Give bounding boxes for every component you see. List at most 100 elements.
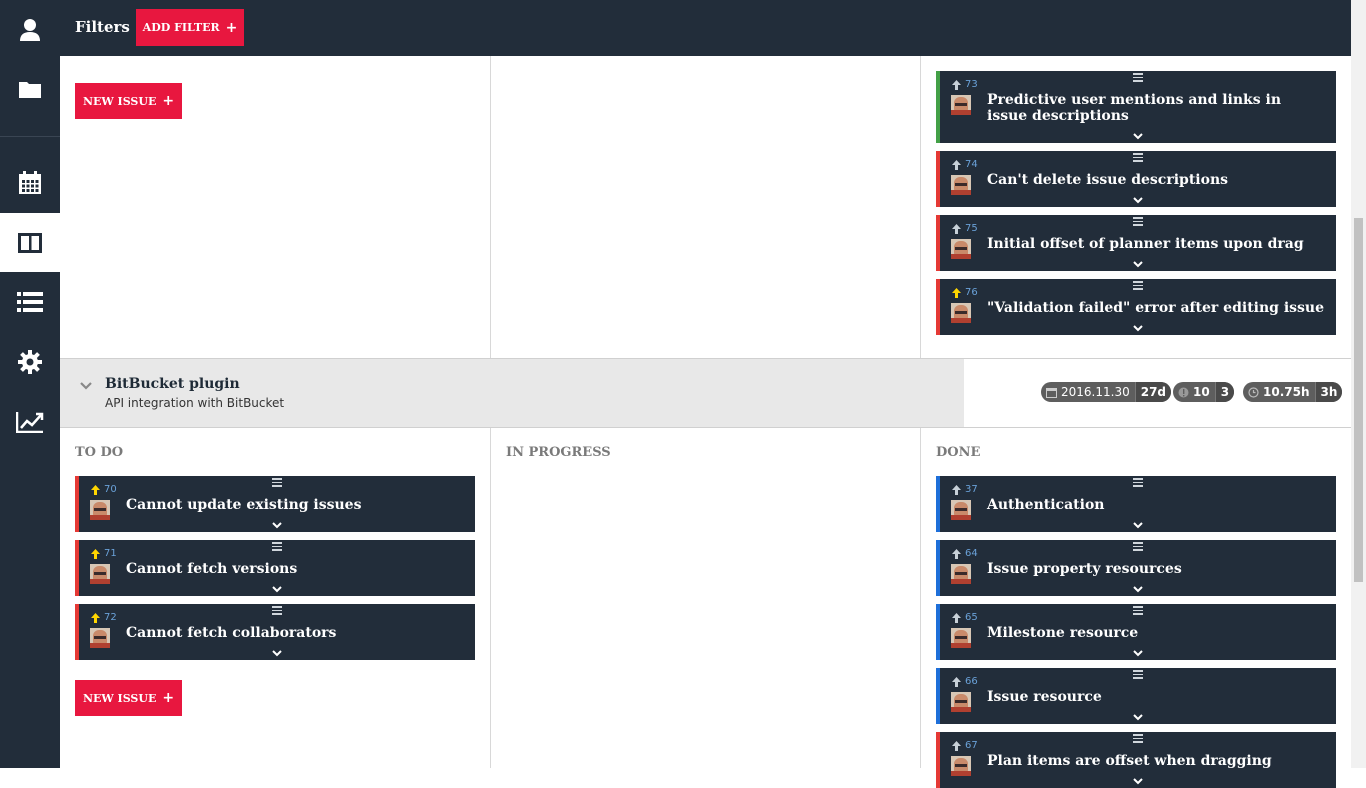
avatar — [951, 239, 971, 259]
sidebar-item-list[interactable] — [0, 272, 60, 331]
priority-arrow-icon — [952, 160, 961, 170]
sidebar-item-calendar[interactable] — [0, 153, 60, 212]
issue-title[interactable]: Issue resource — [987, 689, 1102, 705]
drag-handle-icon[interactable] — [1133, 281, 1143, 292]
chevron-down-icon[interactable] — [1133, 714, 1143, 721]
sidebar-item-reports[interactable] — [0, 392, 60, 451]
issue-title[interactable]: Plan items are offset when dragging — [987, 753, 1272, 769]
issue-title[interactable]: Milestone resource — [987, 625, 1138, 641]
issue-number[interactable]: 70 — [104, 484, 117, 495]
drag-handle-icon[interactable] — [1133, 606, 1143, 617]
priority-arrow-icon — [952, 549, 961, 559]
add-filter-button[interactable]: ADD FILTER + — [136, 9, 244, 46]
issue-number[interactable]: 67 — [965, 740, 978, 751]
issue-title[interactable]: "Validation failed" error after editing … — [987, 300, 1324, 316]
issue-title[interactable]: Cannot fetch collaborators — [126, 625, 336, 641]
avatar — [951, 175, 971, 195]
issue-card[interactable]: 37 Authentication — [936, 476, 1336, 532]
drag-handle-icon[interactable] — [1133, 734, 1143, 745]
issue-card[interactable]: 67 Plan items are offset when dragging — [936, 732, 1336, 788]
time-remaining: 3h — [1314, 382, 1343, 402]
due-date: 2016.11.30 — [1061, 385, 1130, 399]
issue-title[interactable]: Cannot update existing issues — [126, 497, 361, 513]
issue-card[interactable]: 65 Milestone resource — [936, 604, 1336, 660]
drag-handle-icon[interactable] — [1133, 217, 1143, 228]
chevron-down-icon[interactable] — [1133, 133, 1143, 140]
issue-number[interactable]: 75 — [965, 223, 978, 234]
chevron-down-icon[interactable] — [1133, 650, 1143, 657]
priority-arrow-icon — [952, 288, 961, 298]
issue-number[interactable]: 76 — [965, 287, 978, 298]
issue-card[interactable]: 72 Cannot fetch collaborators — [75, 604, 475, 660]
new-issue-label: NEW ISSUE — [82, 94, 157, 108]
chevron-down-icon[interactable] — [1133, 325, 1143, 332]
issue-number[interactable]: 64 — [965, 548, 978, 559]
priority-arrow-icon — [952, 741, 961, 751]
chevron-down-icon[interactable] — [272, 650, 282, 657]
new-issue-label: NEW ISSUE — [82, 691, 157, 705]
issue-number[interactable]: 72 — [104, 612, 117, 623]
issue-number[interactable]: 73 — [965, 79, 978, 90]
scrollbar-thumb[interactable] — [1354, 218, 1363, 582]
new-issue-button[interactable]: NEW ISSUE + — [75, 680, 182, 716]
issue-number[interactable]: 71 — [104, 548, 117, 559]
drag-handle-icon[interactable] — [272, 606, 282, 617]
drag-handle-icon[interactable] — [272, 478, 282, 489]
milestone-header[interactable]: BitBucket plugin API integration with Bi… — [60, 359, 964, 427]
drag-handle-icon[interactable] — [272, 542, 282, 553]
avatar — [951, 564, 971, 584]
issue-card[interactable]: 74 Can't delete issue descriptions — [936, 151, 1336, 207]
column-header-done: DONE — [936, 445, 981, 460]
drag-handle-icon[interactable] — [1133, 153, 1143, 164]
issue-card[interactable]: 64 Issue property resources — [936, 540, 1336, 596]
issue-card[interactable]: 71 Cannot fetch versions — [75, 540, 475, 596]
gear-icon — [18, 349, 42, 374]
chevron-down-icon[interactable] — [1133, 197, 1143, 204]
chevron-down-icon[interactable] — [1133, 522, 1143, 529]
chevron-down-icon[interactable] — [79, 381, 93, 391]
avatar — [90, 500, 110, 520]
column-header-in-progress: IN PROGRESS — [506, 445, 611, 460]
plus-icon: + — [225, 19, 238, 36]
issue-number[interactable]: 74 — [965, 159, 978, 170]
avatar — [90, 564, 110, 584]
sidebar-item-profile[interactable] — [0, 0, 60, 59]
sidebar-item-settings[interactable] — [0, 332, 60, 391]
calendar-icon — [19, 170, 41, 194]
issue-title[interactable]: Issue property resources — [987, 561, 1182, 577]
issue-title[interactable]: Initial offset of planner items upon dra… — [987, 236, 1304, 252]
issue-card[interactable]: 73 Predictive user mentions and links in … — [936, 71, 1336, 143]
chevron-down-icon[interactable] — [1133, 586, 1143, 593]
sidebar-item-projects[interactable] — [0, 59, 60, 118]
avatar — [90, 628, 110, 648]
avatar — [951, 95, 971, 115]
priority-arrow-icon — [91, 549, 100, 559]
sidebar-divider — [0, 136, 60, 137]
chevron-down-icon[interactable] — [272, 586, 282, 593]
new-issue-button[interactable]: NEW ISSUE + — [75, 83, 182, 119]
issue-title[interactable]: Can't delete issue descriptions — [987, 172, 1228, 188]
chevron-down-icon[interactable] — [1133, 261, 1143, 268]
drag-handle-icon[interactable] — [1133, 542, 1143, 553]
issue-card[interactable]: 76 "Validation failed" error after editin… — [936, 279, 1336, 335]
drag-handle-icon[interactable] — [1133, 670, 1143, 681]
issue-title[interactable]: Authentication — [987, 497, 1104, 513]
chevron-down-icon[interactable] — [272, 522, 282, 529]
issue-number[interactable]: 37 — [965, 484, 978, 495]
issue-number[interactable]: 66 — [965, 676, 978, 687]
issue-title[interactable]: Cannot fetch versions — [126, 561, 297, 577]
board-icon — [18, 232, 42, 253]
page-scrollbar[interactable] — [1351, 0, 1366, 768]
chevron-down-icon[interactable] — [1133, 778, 1143, 785]
issue-number[interactable]: 65 — [965, 612, 978, 623]
drag-handle-icon[interactable] — [1133, 73, 1143, 84]
avatar — [951, 628, 971, 648]
issue-title[interactable]: Predictive user mentions and links in is… — [987, 92, 1317, 124]
issue-card[interactable]: 66 Issue resource — [936, 668, 1336, 724]
drag-handle-icon[interactable] — [1133, 478, 1143, 489]
issue-card[interactable]: 75 Initial offset of planner items upon d… — [936, 215, 1336, 271]
priority-arrow-icon — [91, 613, 100, 623]
milestone-description: API integration with BitBucket — [105, 396, 285, 410]
issue-card[interactable]: 70 Cannot update existing issues — [75, 476, 475, 532]
sidebar-item-board[interactable] — [0, 213, 60, 272]
